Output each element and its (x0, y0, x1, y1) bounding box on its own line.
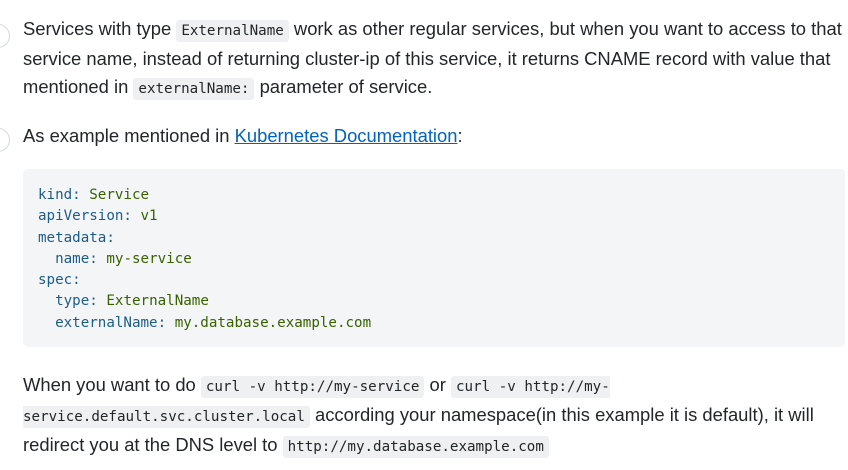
example-text-before: As example mentioned in (23, 125, 235, 146)
intro-paragraph: Services with type ExternalName work as … (23, 15, 845, 103)
code-key: metadata (38, 229, 107, 246)
code-value: my.database.example.com (174, 314, 372, 331)
code-line: apiVersion: v1 (38, 208, 158, 225)
answer-body: Services with type ExternalName work as … (23, 15, 845, 461)
inline-code-externalname-param: externalName: (133, 78, 255, 100)
yaml-code-block: kind: Service apiVersion: v1 metadata: n… (23, 169, 845, 348)
curl-text-1: When you want to do (23, 374, 201, 396)
code-value: ExternalName (106, 293, 209, 310)
code-key: kind (38, 187, 73, 203)
code-line: spec: (38, 272, 81, 289)
curl-text-2: or (424, 374, 452, 396)
code-line: type: ExternalName (55, 293, 209, 310)
code-key: name (55, 250, 90, 267)
inline-code-externalname: ExternalName (176, 20, 289, 42)
example-paragraph: As example mentioned in Kubernetes Docum… (23, 122, 845, 150)
code-line: metadata: (38, 229, 115, 246)
code-key: externalName (55, 314, 158, 331)
code-line: name: my-service (55, 250, 192, 267)
code-line: kind: Service (38, 187, 150, 203)
code-value: Service (89, 187, 150, 203)
code-value: v1 (140, 208, 158, 225)
vote-edge-marker (0, 128, 10, 152)
inline-code-curl-short: curl -v http://my-service (200, 376, 425, 399)
code-key: spec (38, 272, 73, 289)
code-key: apiVersion (38, 208, 124, 225)
inline-code-target-url: http://my.database.example.com (282, 436, 549, 459)
intro-text-before: Services with type (23, 18, 177, 39)
intro-text-after: parameter of service. (254, 76, 433, 97)
curl-paragraph: When you want to do curl -v http://my-se… (23, 371, 845, 461)
example-text-after: : (457, 125, 463, 146)
code-line: externalName: my.database.example.com (55, 314, 372, 331)
kubernetes-documentation-link[interactable]: Kubernetes Documentation (235, 125, 458, 146)
code-key: type (55, 293, 90, 310)
code-value: my-service (106, 250, 192, 267)
vote-edge-marker (0, 24, 10, 48)
